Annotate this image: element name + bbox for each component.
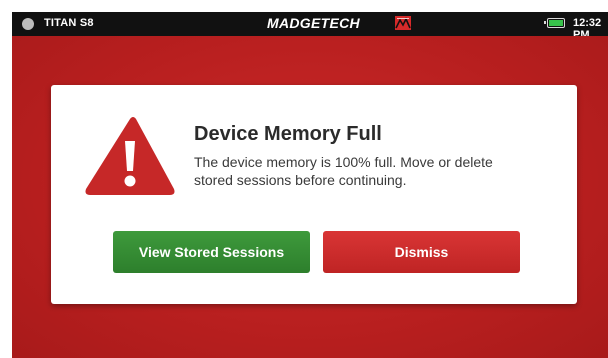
dialog-message: The device memory is 100% full. Move or … bbox=[194, 154, 493, 188]
device-name: TITAN S8 bbox=[44, 17, 94, 29]
device-frame: TITAN S8 MADGETECH 12:32 PM Device Memor… bbox=[0, 0, 608, 358]
status-bar: TITAN S8 MADGETECH 12:32 PM bbox=[12, 12, 608, 41]
memory-full-dialog: Device Memory Full The device memory is … bbox=[51, 85, 577, 304]
brand-logo-icon bbox=[395, 16, 411, 30]
battery-level bbox=[549, 20, 563, 26]
view-stored-sessions-button[interactable]: View Stored Sessions bbox=[113, 231, 310, 273]
alert-screen: Device Memory Full The device memory is … bbox=[12, 36, 608, 358]
dismiss-button[interactable]: Dismiss bbox=[323, 231, 520, 273]
status-indicator-icon bbox=[22, 18, 34, 30]
battery-icon bbox=[544, 18, 565, 28]
dialog-title: Device Memory Full bbox=[194, 123, 382, 145]
warning-icon bbox=[85, 117, 175, 195]
brand-logo-text: MADGETECH bbox=[267, 15, 360, 31]
